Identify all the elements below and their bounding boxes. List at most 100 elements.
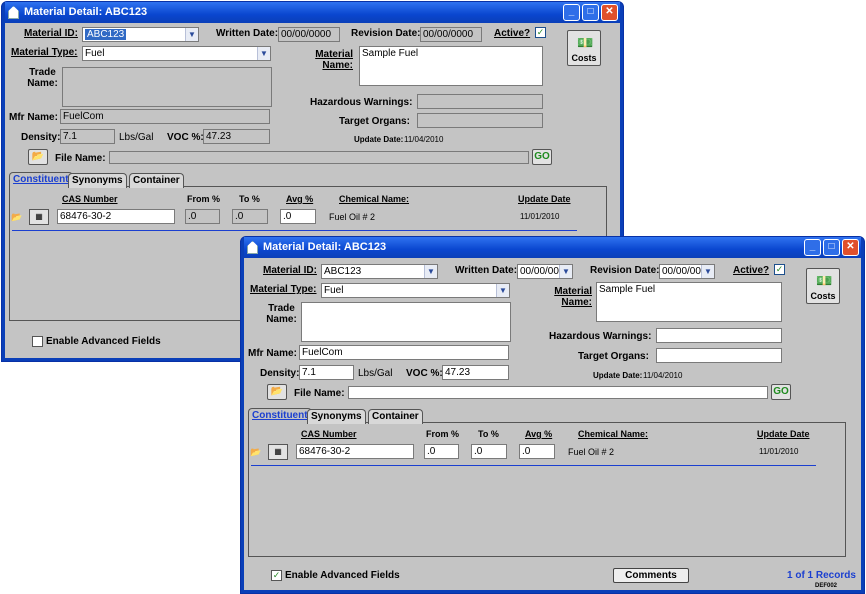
target-organs-field[interactable] — [417, 113, 543, 128]
chevron-down-icon[interactable]: ▼ — [559, 265, 572, 278]
material-id-select[interactable]: ABC123 ▼ — [82, 27, 199, 42]
title-bar[interactable]: Material Detail: ABC123 _ □ ✕ — [5, 2, 620, 23]
written-date-field[interactable]: 00/00/0000 ▼ — [517, 264, 573, 279]
window-client: Material ID: ABC123 ▼ Written Date: 00/00… — [244, 258, 861, 590]
chevron-down-icon[interactable]: ▼ — [496, 284, 509, 297]
column-cas-number: CAS Number — [62, 194, 118, 204]
maximize-icon[interactable]: □ — [823, 239, 840, 256]
to-pct-field[interactable]: .0 — [471, 444, 507, 459]
cas-number-field[interactable]: 68476-30-2 — [296, 444, 414, 459]
folder-open-icon[interactable]: 📂 — [267, 384, 287, 400]
material-type-select[interactable]: Fuel ▼ — [321, 283, 510, 298]
row-update-date: 11/01/2010 — [759, 447, 799, 456]
mfr-name-field[interactable]: FuelCom — [60, 109, 270, 124]
hazardous-warnings-field[interactable] — [417, 94, 543, 109]
voc-field[interactable]: 47.23 — [203, 129, 270, 144]
voc-label: VOC %: — [167, 132, 204, 143]
trade-name-field[interactable] — [301, 302, 511, 342]
trade-name-label: Trade Name: — [27, 67, 58, 89]
tab-synonyms[interactable]: Synonyms — [68, 173, 127, 188]
mfr-name-label: Mfr Name: — [248, 348, 297, 359]
trade-name-field[interactable] — [62, 67, 272, 107]
money-icon: 💵 — [816, 273, 833, 288]
folder-open-icon[interactable]: 📂 — [28, 149, 48, 165]
chevron-down-icon[interactable]: ▼ — [185, 28, 198, 41]
go-button[interactable]: GO — [532, 149, 552, 165]
column-update-date: Update Date — [518, 194, 571, 204]
costs-button[interactable]: 💵 Costs — [567, 30, 601, 66]
revision-date-field[interactable]: 00/00/0000 ▼ — [659, 264, 715, 279]
material-name-field[interactable]: Sample Fuel — [359, 46, 543, 86]
chevron-down-icon[interactable]: ▼ — [701, 265, 714, 278]
folder-icon[interactable]: 📂 — [250, 447, 264, 458]
material-name-label: Material Name: — [554, 286, 592, 308]
from-pct-field[interactable]: .0 — [185, 209, 220, 224]
cas-number-field[interactable]: 68476-30-2 — [57, 209, 175, 224]
material-type-select[interactable]: Fuel ▼ — [82, 46, 271, 61]
file-name-label: File Name: — [55, 153, 106, 164]
update-date-value: 11/04/2010 — [404, 135, 444, 144]
material-name-field[interactable]: Sample Fuel — [596, 282, 782, 322]
folder-icon[interactable]: 📂 — [11, 212, 25, 223]
target-organs-label: Target Organs: — [339, 116, 410, 127]
minimize-icon[interactable]: _ — [563, 4, 580, 21]
column-avg-pct: Avg % — [525, 429, 553, 439]
active-checkbox[interactable]: ✓ — [535, 27, 546, 38]
column-chemical-name: Chemical Name: — [339, 194, 410, 204]
minimize-icon[interactable]: _ — [804, 239, 821, 256]
tab-container[interactable]: Container — [129, 173, 184, 188]
update-date-value: 11/04/2010 — [643, 371, 683, 380]
update-date-label: Update Date: — [354, 135, 404, 144]
column-to-pct: To % — [239, 194, 260, 204]
chevron-down-icon[interactable]: ▼ — [424, 265, 437, 278]
binoculars-icon[interactable]: ▦ — [268, 444, 288, 460]
record-count: 1 of 1 Records — [787, 570, 856, 581]
mfr-name-label: Mfr Name: — [9, 112, 58, 123]
row-update-date: 11/01/2010 — [520, 212, 560, 221]
app-icon — [8, 6, 19, 19]
tab-container[interactable]: Container — [368, 409, 423, 424]
file-name-field[interactable] — [348, 386, 768, 399]
written-date-field[interactable]: 00/00/0000 — [278, 27, 340, 42]
active-label: Active? — [494, 28, 531, 39]
avg-pct-field[interactable]: .0 — [519, 444, 555, 459]
chemical-name-value: Fuel Oil # 2 — [568, 447, 615, 457]
file-name-field[interactable] — [109, 151, 529, 164]
material-detail-window-front: Material Detail: ABC123 _ □ ✕ Material I… — [240, 236, 865, 594]
go-button[interactable]: GO — [771, 384, 791, 400]
enable-advanced-checkbox[interactable]: ✓ — [271, 570, 282, 581]
target-organs-field[interactable] — [656, 348, 782, 363]
mfr-name-field[interactable]: FuelCom — [299, 345, 509, 360]
maximize-icon[interactable]: □ — [582, 4, 599, 21]
avg-pct-field[interactable]: .0 — [280, 209, 316, 224]
binoculars-icon[interactable]: ▦ — [29, 209, 49, 225]
comments-button[interactable]: Comments — [613, 568, 689, 583]
revision-date-field[interactable]: 00/00/0000 — [420, 27, 482, 42]
density-field[interactable]: 7.1 — [299, 365, 354, 380]
to-pct-field[interactable]: .0 — [232, 209, 268, 224]
close-icon[interactable]: ✕ — [601, 4, 618, 21]
enable-advanced-checkbox[interactable] — [32, 336, 43, 347]
tab-panel — [248, 422, 846, 557]
tab-synonyms[interactable]: Synonyms — [307, 409, 366, 424]
row-divider — [251, 465, 816, 466]
material-id-label: Material ID: — [24, 28, 78, 39]
material-id-select[interactable]: ABC123 ▼ — [321, 264, 438, 279]
title-bar[interactable]: Material Detail: ABC123 _ □ ✕ — [244, 237, 861, 258]
from-pct-field[interactable]: .0 — [424, 444, 459, 459]
tab-constituent[interactable]: Constituent — [248, 408, 312, 424]
costs-button[interactable]: 💵 Costs — [806, 268, 840, 304]
tab-constituent[interactable]: Constituent — [9, 172, 73, 188]
hazardous-warnings-field[interactable] — [656, 328, 782, 343]
chevron-down-icon[interactable]: ▼ — [257, 47, 270, 60]
density-label: Density: — [260, 368, 300, 379]
voc-field[interactable]: 47.23 — [442, 365, 509, 380]
density-field[interactable]: 7.1 — [60, 129, 115, 144]
target-organs-label: Target Organs: — [578, 351, 649, 362]
active-checkbox[interactable]: ✓ — [774, 264, 785, 275]
hazardous-warnings-label: Hazardous Warnings: — [549, 331, 652, 342]
column-update-date: Update Date — [757, 429, 810, 439]
revision-date-label: Revision Date: — [590, 265, 660, 276]
material-id-label: Material ID: — [263, 265, 317, 276]
close-icon[interactable]: ✕ — [842, 239, 859, 256]
